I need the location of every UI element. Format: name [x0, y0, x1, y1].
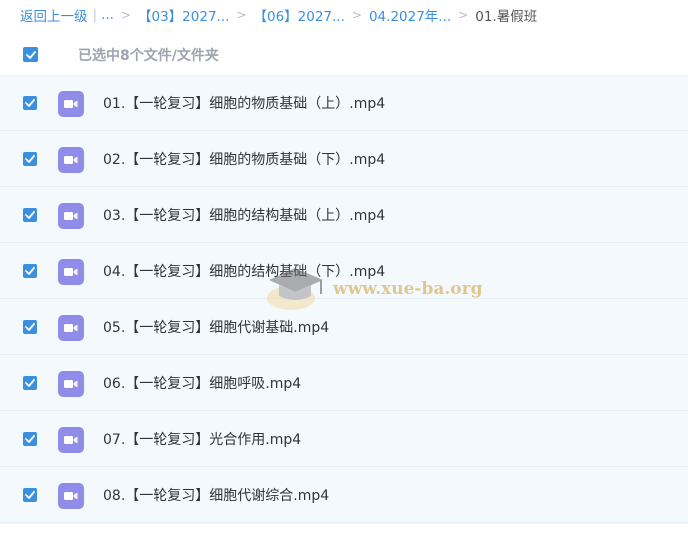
- checkbox-checked-icon: [23, 208, 37, 222]
- breadcrumb-separator-icon: >: [236, 8, 247, 22]
- video-file-icon: [58, 91, 84, 117]
- video-file-icon: [58, 203, 84, 229]
- checkbox-checked-icon: [23, 96, 37, 110]
- item-checkbox[interactable]: [23, 208, 37, 222]
- selection-count: 已选中8个文件/文件夹: [78, 48, 219, 64]
- checkbox-checked-icon: [23, 264, 37, 278]
- item-checkbox[interactable]: [23, 376, 37, 390]
- video-file-icon: [58, 483, 84, 509]
- checkbox-checked-icon: [23, 432, 37, 446]
- list-item[interactable]: 01.【一轮复习】细胞的物质基础（上）.mp4: [0, 76, 688, 131]
- back-link[interactable]: 返回上一级: [20, 5, 88, 25]
- breadcrumb-separator-icon: >: [351, 8, 362, 22]
- breadcrumb-separator-icon: >: [458, 8, 469, 22]
- file-name[interactable]: 08.【一轮复习】细胞代谢综合.mp4: [103, 485, 329, 505]
- breadcrumb-item[interactable]: 【06】2027...: [253, 5, 344, 25]
- breadcrumb-divider: |: [92, 7, 98, 23]
- item-checkbox[interactable]: [23, 488, 37, 502]
- item-checkbox[interactable]: [23, 96, 37, 110]
- video-file-icon: [58, 427, 84, 453]
- file-name[interactable]: 05.【一轮复习】细胞代谢基础.mp4: [103, 317, 329, 337]
- video-file-icon: [58, 371, 84, 397]
- file-name[interactable]: 01.【一轮复习】细胞的物质基础（上）.mp4: [103, 93, 385, 113]
- video-file-icon: [58, 259, 84, 285]
- video-file-icon: [58, 147, 84, 173]
- checkbox-checked-icon: [23, 376, 37, 390]
- breadcrumb-current: 01.暑假班: [475, 9, 538, 25]
- item-checkbox[interactable]: [23, 264, 37, 278]
- list-item[interactable]: 03.【一轮复习】细胞的结构基础（上）.mp4: [0, 188, 688, 243]
- list-item[interactable]: 08.【一轮复习】细胞代谢综合.mp4: [0, 468, 688, 523]
- file-name[interactable]: 07.【一轮复习】光合作用.mp4: [103, 429, 301, 449]
- breadcrumb-item[interactable]: 【03】2027...: [138, 5, 229, 25]
- breadcrumb-separator-icon: >: [120, 8, 131, 22]
- file-name[interactable]: 06.【一轮复习】细胞呼吸.mp4: [103, 373, 301, 393]
- checkbox-checked-icon: [23, 320, 37, 334]
- breadcrumb: 返回上一级 | ... > 【03】2027... > 【06】2027... …: [20, 5, 537, 25]
- item-checkbox[interactable]: [23, 432, 37, 446]
- list-item[interactable]: 06.【一轮复习】细胞呼吸.mp4: [0, 356, 688, 411]
- checkbox-checked-icon: [23, 488, 37, 502]
- file-name[interactable]: 02.【一轮复习】细胞的物质基础（下）.mp4: [103, 149, 385, 169]
- list-item[interactable]: 07.【一轮复习】光合作用.mp4: [0, 412, 688, 467]
- item-checkbox[interactable]: [23, 320, 37, 334]
- selection-header: 已选中8个文件/文件夹: [0, 38, 688, 72]
- file-name[interactable]: 03.【一轮复习】细胞的结构基础（上）.mp4: [103, 205, 385, 225]
- watermark-text: www.xue-ba.org: [333, 279, 483, 299]
- breadcrumb-item[interactable]: 04.2027年...: [369, 5, 451, 25]
- checkbox-checked-icon: [23, 47, 38, 62]
- graduation-cap-icon: [267, 268, 323, 310]
- item-checkbox[interactable]: [23, 152, 37, 166]
- video-file-icon: [58, 315, 84, 341]
- list-item[interactable]: 02.【一轮复习】细胞的物质基础（下）.mp4: [0, 132, 688, 187]
- select-all-checkbox[interactable]: [23, 47, 38, 62]
- checkbox-checked-icon: [23, 152, 37, 166]
- breadcrumb-ellipsis[interactable]: ...: [101, 7, 114, 23]
